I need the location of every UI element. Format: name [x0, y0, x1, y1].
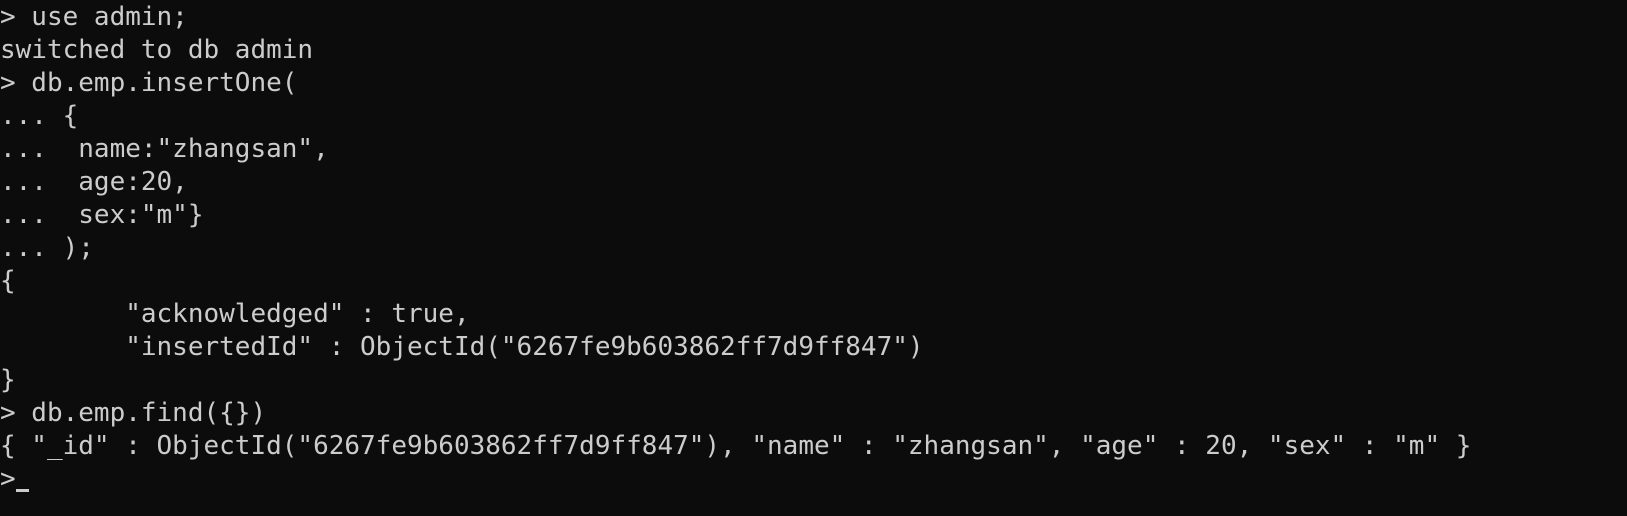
continuation-line: ... {: [0, 101, 79, 131]
output-line: switched to db admin: [0, 35, 314, 65]
prompt: >: [0, 464, 16, 494]
command-line: > db.emp.find({}): [0, 398, 267, 428]
output-line: { "_id" : ObjectId("6267fe9b603862ff7d9f…: [0, 431, 1472, 461]
cursor-icon: [15, 489, 29, 492]
continuation-line: ... );: [0, 233, 94, 263]
output-line: "acknowledged" : true,: [0, 299, 470, 329]
output-line: "insertedId" : ObjectId("6267fe9b603862f…: [0, 332, 924, 362]
continuation-line: ... age:20,: [0, 167, 188, 197]
continuation-line: ... name:"zhangsan",: [0, 134, 329, 164]
output-line: {: [0, 266, 16, 296]
output-line: }: [0, 365, 16, 395]
continuation-line: ... sex:"m"}: [0, 200, 204, 230]
command-line: > db.emp.insertOne(: [0, 68, 298, 98]
prompt-line[interactable]: >: [0, 463, 1627, 496]
command-line: > use admin;: [0, 2, 188, 32]
mongo-shell-terminal[interactable]: > use admin; switched to db admin > db.e…: [0, 0, 1627, 516]
